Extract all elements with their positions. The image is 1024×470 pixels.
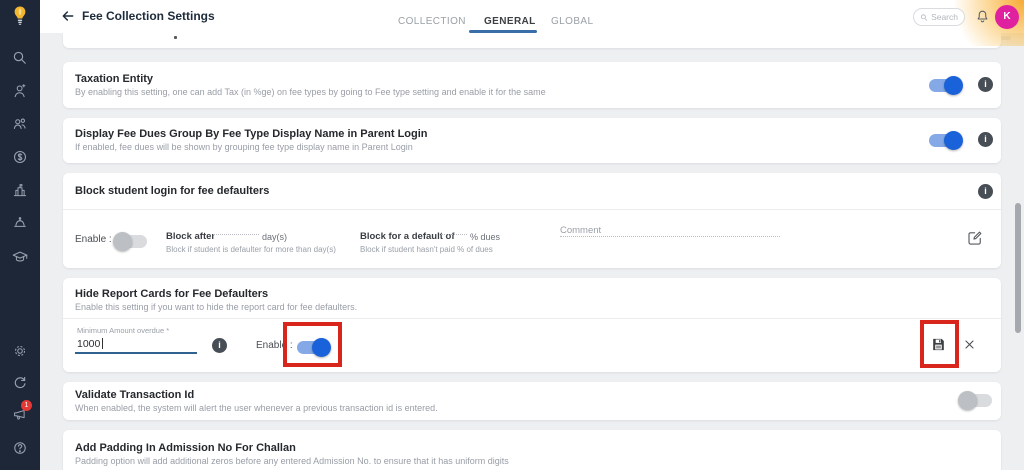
card-block-student-login: Block student login for fee defaulters i… (63, 173, 1001, 268)
close-icon[interactable] (963, 338, 976, 351)
comment-field[interactable]: Comment (560, 225, 780, 237)
sidebar-refresh-icon[interactable] (11, 374, 29, 392)
min-amount-input[interactable] (77, 338, 195, 350)
back-arrow-icon[interactable] (60, 8, 76, 24)
card-title: Taxation Entity (75, 73, 153, 85)
sidebar-help-icon[interactable] (11, 439, 29, 457)
taxation-toggle[interactable] (929, 79, 961, 92)
search-input[interactable]: Search (913, 8, 965, 26)
block-login-enable-toggle[interactable] (115, 235, 147, 248)
sidebar-settings-gear-icon[interactable] (11, 342, 29, 360)
divider (63, 318, 1001, 319)
hide-report-enable-toggle[interactable] (297, 341, 329, 354)
partial-card-icon-sliver (1001, 36, 1011, 40)
card-display-fee-dues: Display Fee Dues Group By Fee Type Displ… (63, 118, 1001, 163)
card-title: Validate Transaction Id (75, 389, 194, 401)
tab-global[interactable]: GLOBAL (551, 16, 593, 27)
block-after-label: Block after (166, 231, 215, 242)
days-suffix: day(s) (262, 232, 287, 242)
info-icon[interactable]: i (978, 184, 993, 199)
validate-txn-toggle[interactable] (960, 394, 992, 407)
toggle-knob (958, 391, 977, 410)
sidebar: 1 (0, 0, 40, 470)
tab-general[interactable]: GENERAL (484, 16, 536, 27)
scrollbar-thumb[interactable] (1015, 203, 1021, 333)
app-logo-bulb-icon[interactable] (8, 4, 32, 30)
dues-suffix: % dues (470, 232, 500, 242)
enable-label: Enable : (75, 234, 112, 245)
fee-collection-settings-page: 1 Fee Collection Settings COLLECTION GEN… (0, 0, 1024, 470)
card-title: Hide Report Cards for Fee Defaulters (75, 288, 268, 300)
info-icon[interactable]: i (212, 338, 227, 353)
card-title: Add Padding In Admission No For Challan (75, 442, 296, 454)
top-header: Fee Collection Settings COLLECTION GENER… (40, 0, 1024, 33)
card-description: Padding option will add additional zeros… (75, 456, 509, 466)
partial-card-top (63, 33, 1001, 48)
card-description: When enabled, the system will alert the … (75, 403, 438, 413)
toggle-knob (944, 76, 963, 95)
toggle-knob (113, 232, 132, 251)
info-icon[interactable]: i (978, 132, 993, 147)
card-title: Block student login for fee defaulters (75, 185, 269, 197)
enable-label: Enable : (256, 340, 293, 351)
save-icon[interactable] (930, 336, 947, 353)
sidebar-bell-dome-icon[interactable] (11, 214, 29, 232)
search-placeholder: Search (931, 12, 958, 22)
card-validate-transaction-id: Validate Transaction Id When enabled, th… (63, 382, 1001, 420)
user-avatar[interactable]: K (995, 5, 1019, 29)
input-underline (75, 352, 197, 354)
info-icon[interactable]: i (978, 77, 993, 92)
card-description: By enabling this setting, one can add Ta… (75, 87, 546, 97)
card-description: Enable this setting if you want to hide … (75, 302, 357, 312)
block-after-days-field[interactable] (213, 223, 259, 235)
notifications-bell-icon[interactable] (974, 8, 991, 25)
min-amount-label: Minimum Amount overdue * (77, 326, 169, 335)
toggle-knob (944, 131, 963, 150)
divider (63, 209, 1001, 210)
toggle-knob (312, 338, 331, 357)
card-taxation-entity: Taxation Entity By enabling this setting… (63, 62, 1001, 108)
block-after-help: Block if student is defaulter for more t… (166, 245, 336, 254)
card-add-padding: Add Padding In Admission No For Challan … (63, 430, 1001, 470)
partial-card-text-sliver (174, 36, 177, 39)
search-icon (920, 13, 928, 22)
page-title: Fee Collection Settings (82, 9, 215, 23)
card-description: If enabled, fee dues will be shown by gr… (75, 142, 413, 152)
sidebar-people-group-icon[interactable] (11, 115, 29, 133)
display-fee-dues-toggle[interactable] (929, 134, 961, 147)
text-cursor (102, 338, 103, 349)
sidebar-institution-icon[interactable] (11, 181, 29, 199)
settings-content: Taxation Entity By enabling this setting… (40, 33, 1024, 470)
sidebar-search-icon[interactable] (11, 49, 29, 67)
default-of-help: Block if student hasn't paid % of dues (360, 245, 493, 254)
card-hide-report-cards: Hide Report Cards for Fee Defaulters Ena… (63, 278, 1001, 372)
sidebar-graduation-cap-icon[interactable] (11, 248, 29, 266)
tab-collection[interactable]: COLLECTION (398, 16, 466, 27)
active-tab-underline (469, 30, 537, 33)
sidebar-student-icon[interactable] (11, 82, 29, 100)
edit-icon[interactable] (966, 229, 984, 247)
sidebar-megaphone-icon[interactable]: 1 (11, 406, 29, 424)
default-percent-field[interactable] (441, 223, 467, 235)
sidebar-fees-dollar-icon[interactable] (11, 148, 29, 166)
megaphone-badge: 1 (21, 400, 32, 411)
card-title: Display Fee Dues Group By Fee Type Displ… (75, 128, 428, 140)
